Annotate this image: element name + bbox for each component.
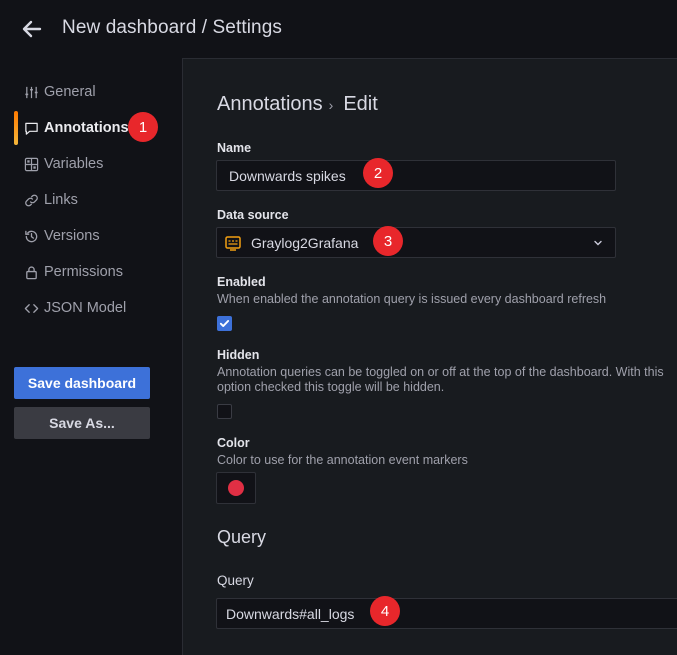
- sidebar-item-annotations[interactable]: Annotations: [24, 116, 129, 140]
- name-input[interactable]: Downwards spikes: [216, 160, 616, 191]
- name-label: Name: [217, 141, 252, 155]
- hidden-label: Hidden: [217, 348, 260, 362]
- sidebar-item-versions[interactable]: Versions: [24, 224, 100, 248]
- hidden-description: Annotation queries can be toggled on or …: [217, 365, 664, 394]
- datasource-select[interactable]: Graylog2Grafana: [216, 227, 616, 258]
- graylog-datasource-icon: [225, 235, 241, 251]
- sidebar-item-json-model[interactable]: JSON Model: [24, 296, 126, 320]
- callout-badge-2: 2: [363, 158, 393, 188]
- query-input-value: Downwards#all_logs: [226, 605, 355, 622]
- query-section-title: Query: [217, 527, 267, 547]
- name-input-value: Downwards spikes: [229, 167, 346, 184]
- color-description: Color to use for the annotation event ma…: [217, 453, 468, 467]
- checkmark-icon: [219, 320, 230, 327]
- save-dashboard-button[interactable]: Save dashboard: [14, 367, 150, 399]
- callout-badge-1: 1: [128, 112, 158, 142]
- breadcrumb-parent[interactable]: Annotations: [217, 93, 323, 116]
- query-input[interactable]: Downwards#all_logs: [216, 598, 677, 629]
- chevron-right-icon: ›: [328, 96, 334, 113]
- comment-icon: [25, 122, 38, 135]
- sidebar-item-links[interactable]: Links: [24, 188, 78, 212]
- sidebar-item-permissions[interactable]: Permissions: [24, 260, 123, 284]
- page-title: New dashboard / Settings: [62, 17, 282, 38]
- color-label: Color: [217, 436, 250, 450]
- sidebar-item-label: Links: [44, 192, 78, 208]
- sidebar-item-label: General: [44, 84, 96, 100]
- color-dot: [228, 480, 244, 496]
- callout-badge-3: 3: [373, 226, 403, 256]
- sidebar-item-label: Versions: [44, 228, 100, 244]
- breadcrumb-current: Edit: [343, 93, 378, 115]
- top-bar: New dashboard / Settings: [0, 0, 677, 58]
- code-icon: [24, 303, 39, 313]
- datasource-value: Graylog2Grafana: [251, 234, 359, 251]
- variables-icon: [24, 157, 39, 171]
- active-indicator: [14, 111, 18, 145]
- breadcrumb: Annotations › Edit: [217, 93, 378, 116]
- sidebar-item-label: Permissions: [44, 264, 123, 280]
- enabled-description: When enabled the annotation query is iss…: [217, 292, 607, 306]
- chevron-down-icon: [594, 240, 602, 246]
- sliders-icon: [25, 86, 38, 98]
- link-icon: [25, 194, 38, 206]
- save-as-button[interactable]: Save As...: [14, 407, 150, 439]
- callout-badge-4: 4: [370, 596, 400, 626]
- lock-icon: [26, 265, 37, 279]
- sidebar-item-label: JSON Model: [44, 300, 127, 316]
- sidebar-item-label: Annotations: [44, 120, 129, 136]
- query-label: Query: [217, 573, 254, 588]
- datasource-label: Data source: [217, 208, 289, 222]
- annotation-edit-panel: Annotations › Edit Name Downwards spikes…: [182, 58, 677, 655]
- sidebar-item-label: Variables: [44, 156, 104, 172]
- enabled-label: Enabled: [217, 275, 266, 289]
- color-picker[interactable]: [216, 472, 256, 504]
- enabled-checkbox[interactable]: [217, 316, 232, 331]
- history-icon: [25, 230, 38, 242]
- settings-sidebar: [0, 58, 182, 655]
- sidebar-item-variables[interactable]: Variables: [24, 152, 103, 176]
- sidebar-item-general[interactable]: General: [24, 80, 96, 104]
- back-arrow-icon[interactable]: [20, 17, 44, 41]
- hidden-checkbox[interactable]: [217, 404, 232, 419]
